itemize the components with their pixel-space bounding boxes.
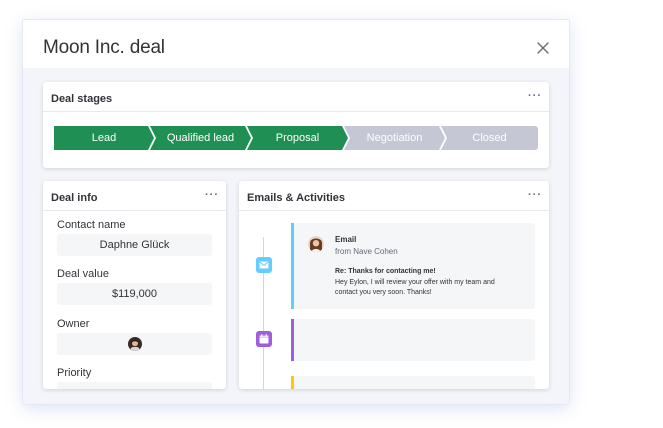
stage-label: Proposal [275,132,320,144]
activity-accent-bar [291,319,294,361]
email-subject: Re: Thanks for contacting me! [335,268,436,275]
email-activity-item[interactable]: Email from Nave Cohen Re: Thanks for con… [291,223,535,309]
stage-label: Qualified lead [166,132,235,144]
modal-title: Moon Inc. deal [43,37,165,58]
deal-stages-card: Deal stages ··· Lead Qualified lead Prop… [43,82,549,168]
mail-icon [259,261,269,269]
deal-stages-title: Deal stages [51,93,113,105]
activity-sender: from Nave Cohen [335,247,398,256]
divider [43,111,549,112]
priority-label: Priority [57,367,92,379]
stage-lead[interactable]: Lead [54,126,154,150]
deal-value-field[interactable]: $119,000 [57,283,212,305]
activity-accent-bar [291,223,294,309]
activity-type: Email [335,235,357,244]
emails-activities-title: Emails & Activities [247,192,346,204]
contact-name-label: Contact name [57,219,126,231]
owner-label: Owner [57,318,90,330]
modal-header: Moon Inc. deal [23,20,569,68]
stage-closed[interactable]: Closed [441,126,538,150]
contact-name-field[interactable]: Daphne Glück [57,234,212,256]
emails-activities-menu-button[interactable]: ··· [528,189,542,201]
divider [43,210,226,211]
deal-modal: Moon Inc. deal Deal stages ··· Lead Qual… [23,20,569,404]
owner-field[interactable] [57,333,212,355]
stage-label: Negotiation [366,132,423,144]
stage-qualified-lead[interactable]: Qualified lead [150,126,251,150]
priority-field[interactable] [57,382,212,389]
deal-value-label: Deal value [57,268,109,280]
sender-avatar [308,236,324,252]
activity-item[interactable] [291,376,535,389]
owner-avatar [127,337,142,351]
timeline-mail-marker [256,257,272,273]
calendar-icon [259,334,269,344]
close-button[interactable] [535,40,551,56]
divider [239,210,549,211]
activity-accent-bar [291,376,294,389]
close-icon [537,42,549,54]
deal-info-card: Deal info ··· Contact name Daphne Glück … [43,181,226,389]
stage-proposal[interactable]: Proposal [247,126,348,150]
stage-label: Closed [472,132,507,144]
deal-info-menu-button[interactable]: ··· [205,189,219,201]
stage-negotiation[interactable]: Negotiation [344,126,445,150]
deal-stages-menu-button[interactable]: ··· [528,90,542,102]
sender-avatar-image [308,236,324,252]
email-body: Hey Eylon, I will review your offer with… [335,279,495,296]
timeline-calendar-marker [256,331,272,347]
deal-info-title: Deal info [51,192,98,204]
calendar-activity-item[interactable] [291,319,535,361]
stage-label: Lead [91,132,117,144]
emails-activities-card: Emails & Activities ··· Email from Nave … [239,181,549,389]
